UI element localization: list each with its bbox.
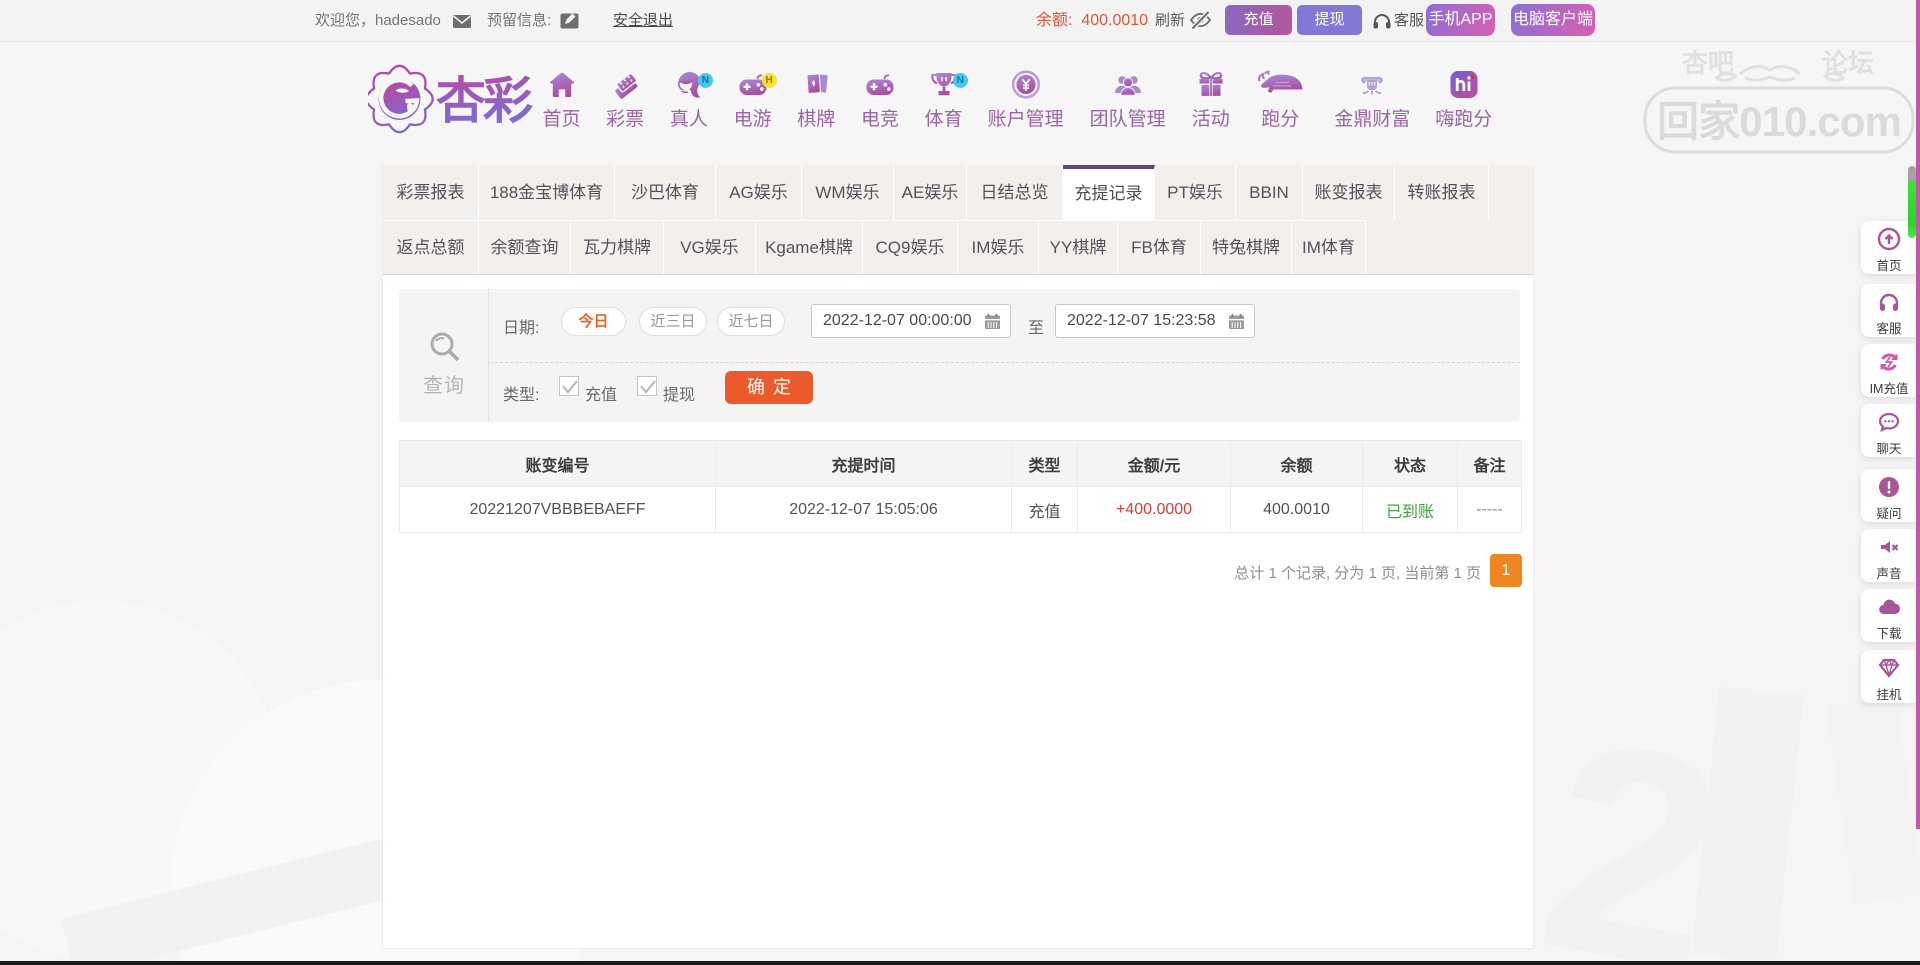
svg-text:回家010.com: 回家010.com [1657,98,1902,145]
svg-text:杏彩: 杏彩 [436,73,533,129]
